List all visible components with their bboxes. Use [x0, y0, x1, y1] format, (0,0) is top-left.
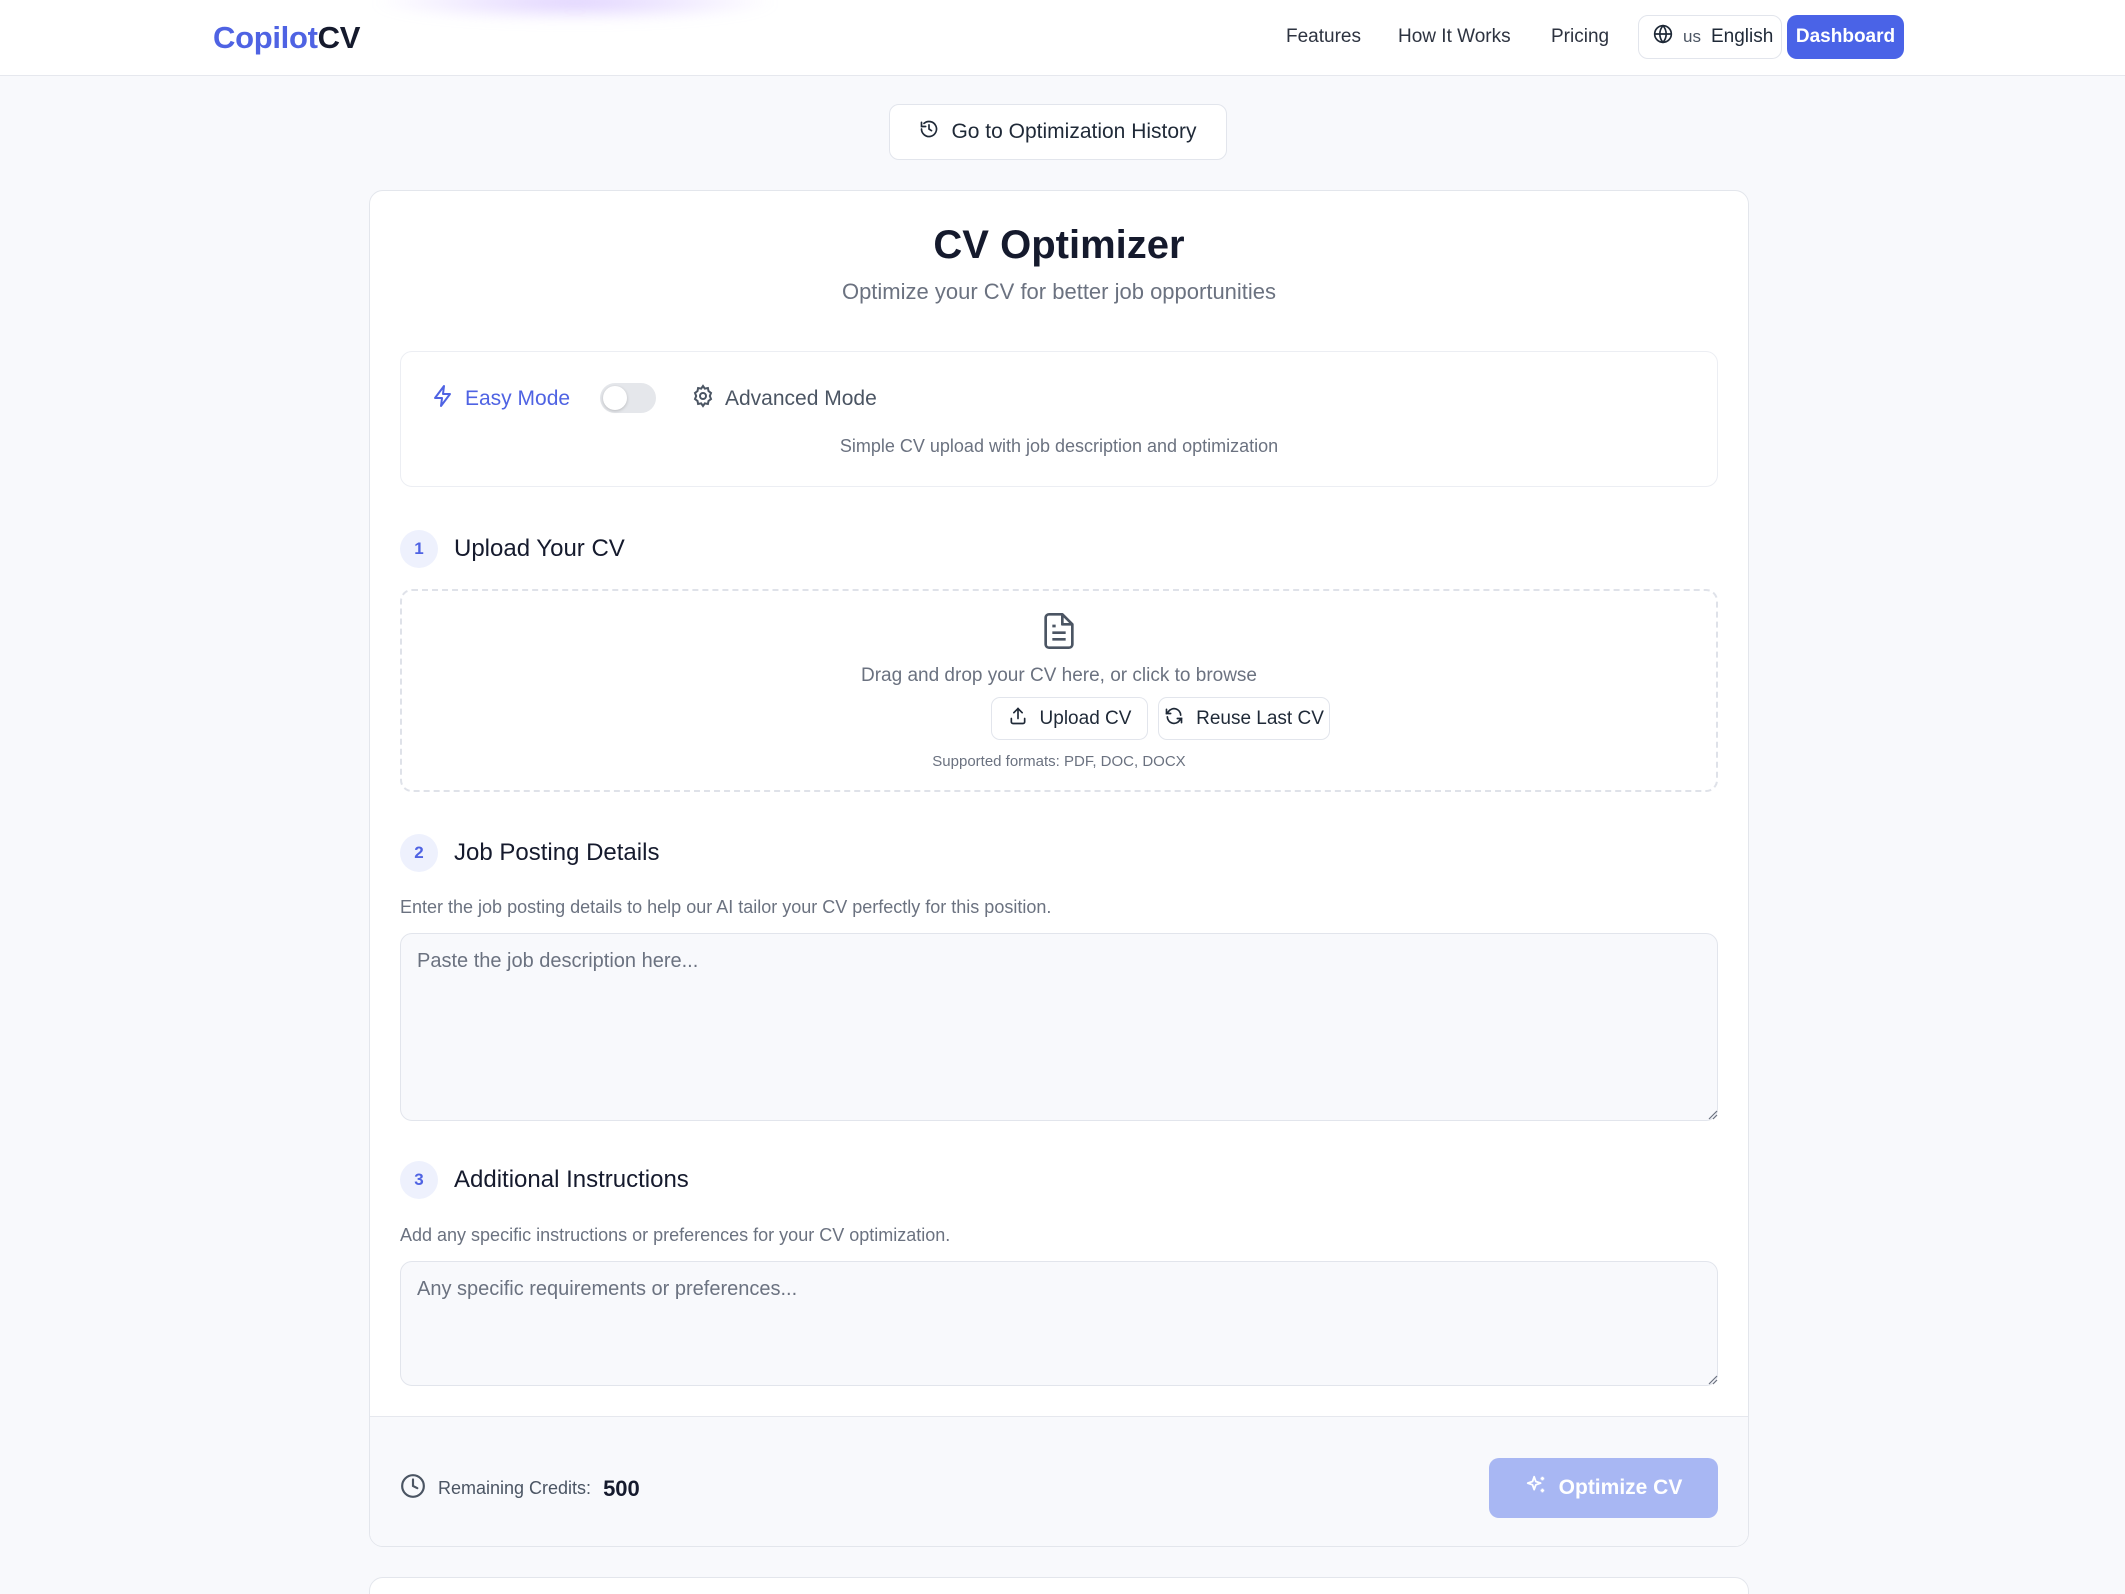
easy-mode-option[interactable]: Easy Mode	[431, 384, 570, 414]
step-number: 3	[400, 1161, 438, 1199]
step-title: Job Posting Details	[454, 839, 660, 866]
decorative-glow	[370, 0, 780, 22]
mode-description: Simple CV upload with job description an…	[839, 436, 1279, 456]
step-upload-cv: 1 Upload Your CV	[400, 530, 625, 568]
logo-text-secondary: CV	[317, 20, 361, 55]
globe-icon	[1653, 24, 1673, 50]
refresh-icon	[1164, 706, 1184, 732]
dashboard-button[interactable]: Dashboard	[1787, 15, 1904, 59]
language-selector[interactable]: us English	[1638, 15, 1782, 59]
toggle-knob	[603, 386, 627, 410]
step-additional-instructions: 3 Additional Instructions	[400, 1161, 689, 1199]
language-name: English	[1710, 26, 1774, 47]
upload-icon	[1008, 706, 1028, 732]
mode-toggle-switch[interactable]	[600, 383, 656, 413]
reuse-last-cv-button[interactable]: Reuse Last CV	[1158, 697, 1330, 740]
credits-label: Remaining Credits:	[438, 1478, 592, 1498]
job-helper-text: Enter the job posting details to help ou…	[400, 897, 1052, 917]
instructions-textarea[interactable]	[400, 1261, 1718, 1386]
nav-features-link[interactable]: Features	[1286, 26, 1361, 48]
job-description-textarea[interactable]	[400, 933, 1718, 1121]
advanced-mode-option[interactable]: Advanced Mode	[691, 384, 877, 414]
gear-icon	[691, 384, 715, 414]
step-number: 1	[400, 530, 438, 568]
optimize-cv-button[interactable]: Optimize CV	[1489, 1458, 1718, 1518]
advanced-mode-label: Advanced Mode	[725, 387, 877, 410]
card-footer: Remaining Credits: 500 Optimize CV	[370, 1416, 1748, 1546]
lightning-icon	[431, 384, 455, 414]
credits-value: 500	[603, 1475, 640, 1501]
history-button-label: Go to Optimization History	[951, 120, 1197, 143]
step-title: Additional Instructions	[454, 1166, 689, 1193]
mode-selector-panel: Easy Mode Advanced Mode Simple CV upload…	[400, 351, 1718, 487]
dropzone-prompt: Drag and drop your CV here, or click to …	[860, 665, 1257, 686]
nav-pricing-link[interactable]: Pricing	[1551, 26, 1609, 48]
instructions-helper-text: Add any specific instructions or prefere…	[400, 1225, 951, 1245]
page-subtitle: Optimize your CV for better job opportun…	[841, 279, 1277, 304]
logo-text-primary: Copilot	[213, 20, 318, 55]
step-job-posting: 2 Job Posting Details	[400, 834, 659, 872]
nav-how-it-works-link[interactable]: How It Works	[1398, 26, 1511, 48]
cv-dropzone[interactable]: Drag and drop your CV here, or click to …	[400, 589, 1718, 792]
upload-cv-label: Upload CV	[1039, 707, 1132, 729]
top-navbar: CopilotCV Features How It Works Pricing …	[0, 0, 2125, 76]
clock-icon	[400, 1473, 426, 1504]
sparkles-icon	[1525, 1474, 1547, 1502]
reuse-cv-label: Reuse Last CV	[1196, 707, 1324, 729]
optimization-history-button[interactable]: Go to Optimization History	[889, 104, 1227, 160]
page-title: CV Optimizer	[933, 223, 1185, 267]
language-code: us	[1683, 27, 1701, 46]
supported-formats: Supported formats: PDF, DOC, DOCX	[932, 753, 1186, 770]
resize-grip-icon[interactable]	[1706, 1372, 1718, 1385]
next-section-card	[369, 1577, 1749, 1594]
optimizer-card: CV Optimizer Optimize your CV for better…	[369, 190, 1749, 1547]
history-icon	[919, 119, 939, 145]
step-title: Upload Your CV	[454, 535, 625, 562]
upload-cv-button[interactable]: Upload CV	[991, 697, 1148, 740]
logo[interactable]: CopilotCV	[213, 20, 360, 56]
optimize-cv-label: Optimize CV	[1558, 1476, 1683, 1499]
file-icon	[1039, 611, 1079, 656]
resize-grip-icon[interactable]	[1706, 1107, 1718, 1120]
step-number: 2	[400, 834, 438, 872]
remaining-credits: Remaining Credits: 500	[400, 1473, 640, 1504]
easy-mode-label: Easy Mode	[465, 387, 571, 410]
